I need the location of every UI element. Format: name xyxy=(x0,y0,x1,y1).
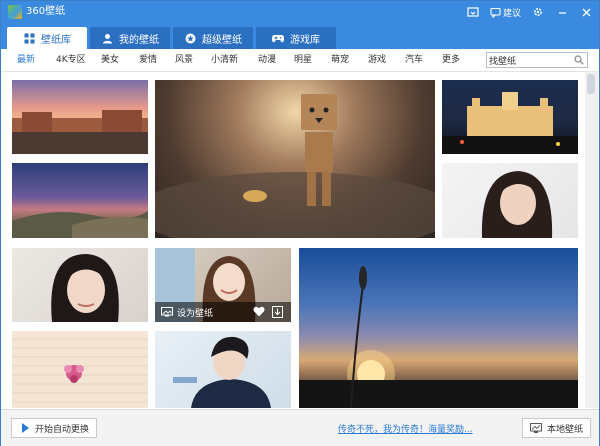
category-anime[interactable]: 动漫 xyxy=(258,54,276,66)
grass-sunset-image xyxy=(299,266,578,408)
category-bar: 最新 4K专区 美女 爱情 风景 小清新 动漫 明星 萌宠 游戏 汽车 更多 xyxy=(1,49,599,72)
app-title: 360壁纸 xyxy=(26,6,66,17)
app-logo-icon xyxy=(8,5,22,19)
tab-label: 游戏库 xyxy=(290,34,320,46)
grid-icon xyxy=(23,32,35,44)
tile-portrait-woman-1[interactable] xyxy=(442,163,578,238)
category-latest[interactable]: 最新 xyxy=(17,54,35,66)
category-celebrity[interactable]: 明星 xyxy=(294,54,312,66)
category-cars[interactable]: 汽车 xyxy=(405,54,423,66)
star-badge-icon xyxy=(184,32,196,44)
tile-grass-sunset[interactable] xyxy=(299,248,578,408)
category-love[interactable]: 爱情 xyxy=(139,54,157,66)
tab-label: 壁纸库 xyxy=(41,34,71,46)
window-controls: 建议 xyxy=(466,4,593,20)
close-icon[interactable] xyxy=(579,5,593,19)
tile-hover-overlay: 设为壁纸 xyxy=(155,302,291,322)
tile-palace-night[interactable] xyxy=(442,80,578,154)
feedback-icon xyxy=(490,7,501,18)
tab-label: 我的壁纸 xyxy=(119,34,159,46)
category-4k[interactable]: 4K专区 xyxy=(56,54,86,66)
auto-change-button[interactable]: 开始自动更换 xyxy=(11,418,97,438)
local-wallpaper-button[interactable]: 本地壁纸 xyxy=(522,418,591,438)
footer-bar: 开始自动更换 传奇不死，我为传奇！海量奖励... 本地壁纸 xyxy=(1,409,599,446)
tile-portrait-woman-2[interactable] xyxy=(12,248,148,322)
user-icon xyxy=(101,32,113,44)
heart-icon[interactable] xyxy=(253,306,265,317)
portrait-woman-1-image xyxy=(481,171,553,238)
category-more[interactable]: 更多 xyxy=(442,54,460,66)
set-wallpaper-button[interactable]: 设为壁纸 xyxy=(177,306,213,319)
play-icon xyxy=(22,423,29,433)
category-pets[interactable]: 萌宠 xyxy=(331,54,349,66)
minimize-icon[interactable] xyxy=(555,5,569,19)
gallery-scrollbar[interactable] xyxy=(585,72,598,408)
suggest-label: 建议 xyxy=(502,8,521,19)
tile-coast-dusk[interactable] xyxy=(12,163,148,238)
search-box xyxy=(486,52,588,68)
portrait-man-image xyxy=(173,336,271,408)
danbo-image xyxy=(155,94,435,238)
download-icon[interactable] xyxy=(272,306,283,318)
portrait-woman-2-image xyxy=(51,254,119,322)
skin-icon[interactable] xyxy=(466,5,480,19)
coast-image xyxy=(12,211,148,238)
suggest-button[interactable]: 建议 xyxy=(490,6,521,19)
main-tabs: 壁纸库 我的壁纸 超级壁纸 游戏库 xyxy=(7,27,336,49)
promo-link[interactable]: 传奇不死，我为传奇！海量奖励... xyxy=(338,422,473,435)
monitor-icon xyxy=(530,422,542,433)
scrollbar-thumb[interactable] xyxy=(587,74,595,94)
wallpaper-gallery: 设为壁纸 xyxy=(1,72,585,408)
app-window: 360壁纸 建议 壁纸库 我的壁纸 超级壁纸 游戏库 最新 4K专区 美女 爱情… xyxy=(0,0,600,446)
search-icon[interactable] xyxy=(574,55,584,65)
tile-danbo[interactable] xyxy=(155,80,435,238)
tab-my-wallpaper[interactable]: 我的壁纸 xyxy=(90,27,170,49)
category-beauty[interactable]: 美女 xyxy=(101,54,119,66)
plaza-image xyxy=(12,110,148,154)
tile-plaza-sunset[interactable] xyxy=(12,80,148,154)
tab-game-library[interactable]: 游戏库 xyxy=(256,27,336,49)
tab-label: 超级壁纸 xyxy=(202,34,242,46)
auto-change-label: 开始自动更换 xyxy=(35,424,90,435)
tile-portrait-woman-3[interactable]: 设为壁纸 xyxy=(155,248,291,322)
tab-super-wallpaper[interactable]: 超级壁纸 xyxy=(173,27,253,49)
category-scenery[interactable]: 风景 xyxy=(175,54,193,66)
title-bar: 360壁纸 建议 壁纸库 我的壁纸 超级壁纸 游戏库 xyxy=(1,1,599,49)
gamepad-icon xyxy=(272,32,284,44)
tab-wallpaper-library[interactable]: 壁纸库 xyxy=(7,27,87,49)
category-games[interactable]: 游戏 xyxy=(368,54,386,66)
set-wallpaper-icon[interactable] xyxy=(161,307,173,317)
search-input[interactable] xyxy=(489,53,571,67)
category-fresh[interactable]: 小清新 xyxy=(211,54,238,66)
local-wallpaper-label: 本地壁纸 xyxy=(547,424,584,435)
settings-gear-icon[interactable] xyxy=(531,5,545,19)
palace-image xyxy=(442,92,578,154)
tile-portrait-man[interactable] xyxy=(155,331,291,408)
flower-wood-image xyxy=(64,365,84,383)
tile-flower-wood[interactable] xyxy=(12,331,148,408)
